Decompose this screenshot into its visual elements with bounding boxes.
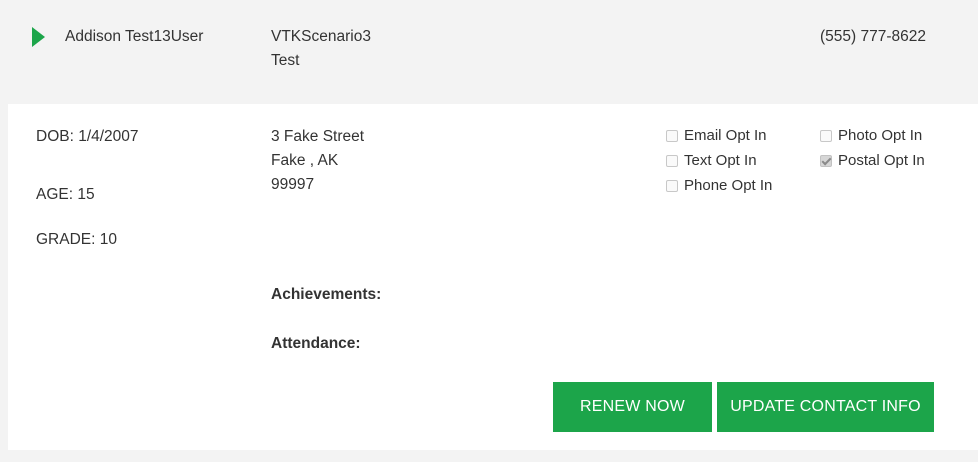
address-street: 3 Fake Street	[271, 128, 365, 145]
phone-opt-in-label: Phone Opt In	[684, 177, 773, 194]
address-city-state: Fake , AK	[271, 152, 339, 169]
update-contact-info-button[interactable]: UPDATE CONTACT INFO	[717, 382, 934, 432]
postal-opt-in[interactable]: Postal Opt In	[820, 150, 925, 172]
text-opt-in-label: Text Opt In	[684, 152, 757, 169]
phone-opt-in-checkbox[interactable]	[666, 180, 678, 192]
photo-opt-in-label: Photo Opt In	[838, 127, 923, 144]
email-opt-in[interactable]: Email Opt In	[666, 125, 767, 147]
student-summary-row[interactable]: Addison Test13User VTKScenario3 Test (55…	[0, 0, 978, 95]
address-zip: 99997	[271, 176, 315, 193]
postal-opt-in-checkbox[interactable]	[820, 155, 832, 167]
dob-text: DOB: 1/4/2007	[36, 128, 139, 145]
phone-opt-in[interactable]: Phone Opt In	[666, 175, 772, 197]
email-opt-in-checkbox[interactable]	[666, 130, 678, 142]
text-opt-in-checkbox[interactable]	[666, 155, 678, 167]
grade-text: GRADE: 10	[36, 231, 117, 248]
phone-number: (555) 777-8622	[820, 28, 926, 45]
postal-opt-in-label: Postal Opt In	[838, 152, 925, 169]
text-opt-in[interactable]: Text Opt In	[666, 150, 757, 172]
student-name: Addison Test13User	[65, 28, 204, 45]
program-name: VTKScenario3	[271, 28, 371, 45]
renew-now-button[interactable]: RENEW NOW	[553, 382, 712, 432]
attendance-label: Attendance:	[271, 335, 361, 352]
achievements-label: Achievements:	[271, 286, 382, 303]
email-opt-in-label: Email Opt In	[684, 127, 767, 144]
student-detail-panel: DOB: 1/4/2007 AGE: 15 GRADE: 10 3 Fake S…	[8, 104, 978, 450]
photo-opt-in[interactable]: Photo Opt In	[820, 125, 922, 147]
age-text: AGE: 15	[36, 186, 95, 203]
program-subtitle: Test	[271, 52, 300, 69]
expand-caret-icon[interactable]	[32, 27, 45, 47]
photo-opt-in-checkbox[interactable]	[820, 130, 832, 142]
